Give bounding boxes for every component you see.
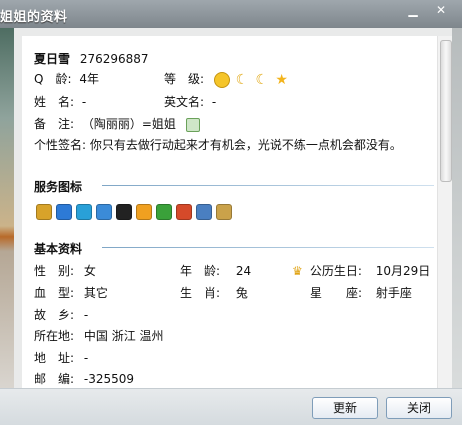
remark-value: （陶丽丽）=姐姐	[81, 117, 176, 131]
location-value: 中国 浙江 温州	[83, 329, 164, 343]
edit-remark-icon[interactable]	[185, 117, 200, 132]
age-value: 24	[235, 264, 252, 278]
name-label: 姓 名:	[34, 95, 75, 109]
basic-info-title: 基本资料	[34, 242, 83, 256]
postcode-row: 邮 编: -325509	[34, 370, 134, 387]
star-level-icon: ★	[275, 71, 288, 88]
signature-row: 个性签名: 你只有去做行动起来才有机会，光说不练一点机会都没有。	[34, 136, 402, 153]
profile-panel[interactable]: 夏日雪 276296887 Q 龄: 4年 等 级: ☾ ☾ ★ 姓 名: - …	[22, 36, 452, 388]
signature-value: 你只有去做行动起来才有机会，光说不练一点机会都没有。	[89, 138, 402, 152]
game-icon[interactable]	[156, 204, 172, 220]
birthday-row: ♛ 公历生日: 10月29日	[292, 262, 430, 279]
zodiac-label: 生 肖:	[180, 286, 221, 300]
pet-icon[interactable]	[216, 204, 232, 220]
remark-row: 备 注: （陶丽丽）=姐姐	[34, 115, 200, 132]
sun-level-icon	[213, 71, 230, 88]
section-divider	[102, 185, 434, 186]
age-label: 年 龄:	[180, 264, 221, 278]
window-background-right	[452, 28, 462, 388]
camera-icon[interactable]	[196, 204, 212, 220]
nickname: 夏日雪	[34, 52, 71, 66]
location-label: 所在地:	[34, 329, 75, 343]
qzone-icon[interactable]	[136, 204, 152, 220]
zodiac-value: 兔	[235, 286, 248, 300]
age-row: 年 龄: 24	[180, 262, 251, 279]
level-icons: ☾ ☾ ★	[213, 71, 288, 88]
home-icon[interactable]	[176, 204, 192, 220]
gender-value: 女	[83, 264, 96, 278]
moon-level-icon: ☾	[255, 71, 269, 88]
english-name-value: -	[211, 95, 217, 109]
blood-label: 血 型:	[34, 286, 75, 300]
service-icons-row	[36, 204, 256, 222]
window-background-left	[0, 28, 14, 388]
penguin-icon[interactable]	[116, 204, 132, 220]
level-label: 等 级:	[164, 72, 205, 86]
qage-label: Q 龄:	[34, 72, 72, 86]
hometown-row: 故 乡: -	[34, 306, 88, 323]
birthday-value: 10月29日	[375, 264, 431, 278]
qq-member-icon[interactable]	[56, 204, 72, 220]
section-divider	[102, 247, 434, 248]
bottom-bar: 更新 关闭	[0, 388, 462, 425]
blood-value: 其它	[83, 286, 108, 300]
english-name-row: 英文名: -	[164, 93, 216, 110]
level-row: 等 级: ☾ ☾ ★	[164, 70, 288, 88]
address-value: -	[83, 351, 89, 365]
english-name-label: 英文名:	[164, 95, 205, 109]
title-bar: 姐姐的资料 ▁ ✕	[0, 0, 462, 28]
constellation-label: 星 座:	[310, 286, 363, 300]
postcode-label: 邮 编:	[34, 372, 75, 386]
qage-value: 4年	[79, 72, 99, 86]
birthday-label: 公历生日:	[309, 264, 362, 278]
minimize-button[interactable]: ▁	[404, 2, 422, 18]
gender-label: 性 别:	[34, 264, 75, 278]
window-title: 姐姐的资料	[0, 10, 68, 25]
qq-vip-p-icon[interactable]	[76, 204, 92, 220]
gender-row: 性 别: 女	[34, 262, 96, 279]
scrollbar-thumb[interactable]	[440, 40, 452, 182]
address-row: 地 址: -	[34, 349, 88, 366]
close-button[interactable]: 关闭	[386, 397, 452, 419]
vertical-scrollbar[interactable]	[437, 36, 452, 388]
blood-row: 血 型: 其它	[34, 284, 108, 301]
refresh-button[interactable]: 更新	[312, 397, 378, 419]
remark-label: 备 注:	[34, 117, 75, 131]
name-value: -	[81, 95, 87, 109]
name-row: 姓 名: -	[34, 93, 86, 110]
constellation-row: 星 座: 射手座	[310, 284, 412, 301]
postcode-value: -325509	[83, 372, 135, 386]
signature-label: 个性签名:	[34, 138, 87, 152]
qage-row: Q 龄: 4年	[34, 70, 99, 87]
location-row: 所在地: 中国 浙江 温州	[34, 327, 164, 344]
hometown-label: 故 乡:	[34, 308, 75, 322]
qq-show-icon[interactable]	[36, 204, 52, 220]
phone-icon[interactable]	[96, 204, 112, 220]
qq-number: 276296887	[79, 52, 149, 66]
hometown-value: -	[83, 308, 89, 322]
close-window-button[interactable]: ✕	[432, 2, 450, 18]
zodiac-row: 生 肖: 兔	[180, 284, 248, 301]
moon-level-icon: ☾	[235, 71, 249, 88]
crown-icon: ♛	[292, 264, 303, 278]
address-label: 地 址:	[34, 351, 75, 365]
constellation-value: 射手座	[375, 286, 412, 300]
profile-header: 夏日雪 276296887	[34, 50, 149, 67]
service-icons-title: 服务图标	[34, 180, 83, 194]
